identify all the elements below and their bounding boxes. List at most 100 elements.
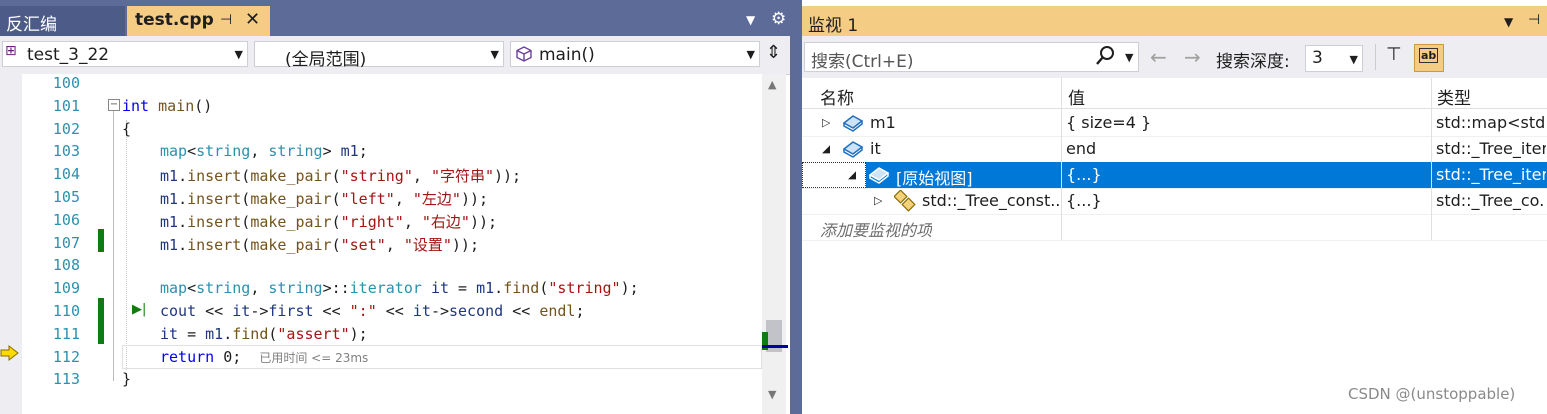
current-statement-arrow-icon xyxy=(0,345,19,361)
column-divider[interactable] xyxy=(1061,78,1062,240)
vertical-scrollbar[interactable]: ▲ ▼ xyxy=(762,74,788,414)
close-icon[interactable]: ✕ xyxy=(245,9,260,30)
expand-icon[interactable]: ▷ xyxy=(874,194,882,207)
watermark: CSDN @(unstoppable) xyxy=(1348,385,1516,403)
code-line: m1.insert(make_pair("string", "字符串")); xyxy=(160,167,522,186)
line-number: 113 xyxy=(52,370,80,389)
depth-value: 3 xyxy=(1312,48,1323,68)
code-area[interactable]: 100 101 102 103 104 105 106 107 108 109 … xyxy=(22,74,762,414)
row-name: [原始视图] xyxy=(896,169,973,188)
function-combo[interactable]: main() ▼ xyxy=(510,41,760,67)
row-type: std::_Tree_co... xyxy=(1436,191,1546,210)
hex-toggle-button[interactable]: ab xyxy=(1414,44,1444,72)
toolbar-separator xyxy=(1375,44,1376,70)
watch-header xyxy=(802,78,1547,109)
class-icon: ⊞ xyxy=(5,43,17,59)
line-number: 104 xyxy=(52,165,80,184)
row-name: it xyxy=(870,139,881,158)
back-arrow-icon[interactable]: ← xyxy=(1150,45,1167,69)
watch-row[interactable]: ▷ std::_Tree_const... {...} std::_Tree_c… xyxy=(802,188,1547,215)
row-value[interactable]: {...} xyxy=(1066,191,1102,210)
row-type: std::_Tree_iter... xyxy=(1436,165,1546,184)
dropdown-icon[interactable]: ▼ xyxy=(1125,51,1133,64)
row-value[interactable]: end xyxy=(1066,139,1096,158)
watch-toolbar: 搜索(Ctrl+E) ▼ ← → 搜索深度: 3 ▼ ⊤ ab xyxy=(802,36,1547,78)
tab-disassembly[interactable]: 反汇编 xyxy=(0,6,125,36)
next-statement-icon[interactable]: ▶| xyxy=(132,302,146,317)
watch-row[interactable]: ◢ it end std::_Tree_iter... xyxy=(802,136,1547,163)
row-value[interactable]: {...} xyxy=(1066,165,1102,184)
search-input[interactable]: 搜索(Ctrl+E) ▼ xyxy=(804,42,1139,72)
navigation-bar: ⊞ test_3_22 ▼ (全局范围) ▼ main() ▼ ⇕ xyxy=(0,36,790,75)
row-name: m1 xyxy=(870,113,896,132)
split-icon[interactable]: ⇕ xyxy=(766,42,781,63)
pin-icon[interactable]: ⊣ xyxy=(220,12,232,28)
dropdown-icon: ▼ xyxy=(1349,53,1358,66)
tab-label: test.cpp xyxy=(135,10,214,30)
line-number: 103 xyxy=(52,142,80,161)
tab-test-cpp[interactable]: test.cpp ⊣ ✕ xyxy=(127,6,270,36)
expand-icon[interactable]: ▷ xyxy=(822,116,830,129)
dropdown-icon[interactable]: ▼ xyxy=(746,13,755,27)
indent-guide xyxy=(126,120,127,370)
line-number: 101 xyxy=(52,96,80,115)
change-marker xyxy=(98,298,104,344)
tab-label: 反汇编 xyxy=(6,15,57,35)
dropdown-icon: ▼ xyxy=(490,48,499,61)
change-marker xyxy=(98,229,104,252)
code-line: m1.insert(make_pair("set", "设置")); xyxy=(160,235,479,254)
column-header-type[interactable]: 类型 xyxy=(1437,84,1471,109)
collapse-icon[interactable]: ◢ xyxy=(822,142,830,155)
pin-icon[interactable]: ⊣ xyxy=(1528,12,1540,28)
line-number: 107 xyxy=(52,233,80,252)
line-number: 108 xyxy=(52,256,80,275)
code-line: } xyxy=(122,370,132,389)
add-watch-hint[interactable]: 添加要监视的项 xyxy=(820,217,932,241)
scroll-up-icon[interactable]: ▲ xyxy=(768,78,776,91)
code-line: m1.insert(make_pair("left", "左边")); xyxy=(160,190,489,208)
row-type: std::_Tree_iter... xyxy=(1436,139,1546,158)
line-number: 111 xyxy=(52,324,80,343)
struct-member-icon xyxy=(894,190,916,212)
pane-splitter[interactable] xyxy=(790,0,802,414)
code-line: map<string, string>::iterator it = m1.fi… xyxy=(160,279,639,298)
column-header-name[interactable]: 名称 xyxy=(820,84,854,109)
line-number: 100 xyxy=(52,74,80,92)
watch-row-selected[interactable]: ◢ [原始视图] {...} std::_Tree_iter... xyxy=(802,162,1547,189)
forward-arrow-icon[interactable]: → xyxy=(1184,45,1201,69)
search-placeholder: 搜索(Ctrl+E) xyxy=(811,52,914,72)
watch-window: 监视 1 ▼ ⊣ 搜索(Ctrl+E) ▼ ← → 搜索深度: 3 ▼ ⊤ ab… xyxy=(802,0,1547,414)
code-line: int main() xyxy=(122,96,213,115)
depth-select[interactable]: 3 ▼ xyxy=(1305,45,1363,72)
glyph-margin[interactable] xyxy=(0,74,22,414)
watch-title: 监视 1 xyxy=(808,16,859,36)
project-label: test_3_22 xyxy=(27,45,110,65)
search-icon[interactable] xyxy=(1095,45,1115,67)
scope-combo[interactable]: (全局范围) ▼ xyxy=(254,41,504,70)
column-divider[interactable] xyxy=(1431,78,1432,240)
scope-label: (全局范围) xyxy=(285,50,367,70)
object-icon xyxy=(842,115,864,132)
collapse-icon[interactable]: ◢ xyxy=(848,168,856,181)
collapse-icon[interactable]: − xyxy=(108,99,120,111)
gear-icon[interactable]: ⚙ xyxy=(771,9,786,29)
line-number: 106 xyxy=(52,210,80,229)
hex-icon: ab xyxy=(1419,48,1439,63)
column-header-value[interactable]: 值 xyxy=(1068,84,1085,109)
project-combo[interactable]: ⊞ test_3_22 ▼ xyxy=(2,41,248,67)
code-line: { xyxy=(122,119,132,138)
tab-strip: 反汇编 test.cpp ⊣ ✕ ▼ ⚙ xyxy=(0,0,790,36)
watch-row[interactable]: ▷ m1 { size=4 } std::map<std. xyxy=(802,110,1547,137)
filter-pin-icon[interactable]: ⊤ xyxy=(1386,44,1402,65)
code-line: map<string, string> m1; xyxy=(160,142,368,161)
add-watch-row[interactable]: 添加要监视的项 xyxy=(802,214,1547,241)
line-number: 112 xyxy=(52,347,80,366)
function-label: main() xyxy=(539,45,595,65)
row-value[interactable]: { size=4 } xyxy=(1066,113,1151,132)
scroll-down-icon[interactable]: ▼ xyxy=(768,388,776,401)
code-line: m1.insert(make_pair("right", "右边")); xyxy=(160,212,498,231)
cube-icon xyxy=(516,46,532,62)
watch-title-bar: 监视 1 ▼ ⊣ xyxy=(802,6,1547,36)
dropdown-icon[interactable]: ▼ xyxy=(1504,15,1513,29)
code-line: return 0; 已用时间 <= 23ms xyxy=(160,347,369,366)
